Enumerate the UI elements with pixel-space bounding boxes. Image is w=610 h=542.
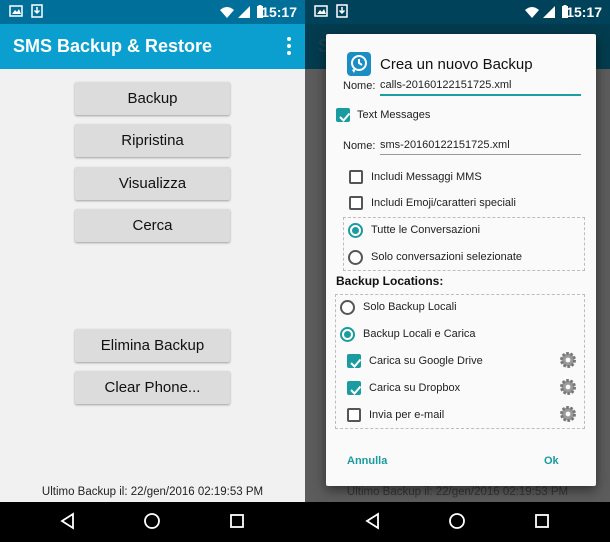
- local-only-radio[interactable]: [340, 300, 355, 315]
- email-label: Invia per e-mail: [369, 409, 445, 421]
- clock: 15:17: [261, 4, 297, 20]
- all-conversations-label: Tutte le Conversazioni: [371, 224, 481, 236]
- status-bar: 15:17: [0, 0, 305, 24]
- navigation-bar: [305, 502, 610, 542]
- signal-icon: [238, 6, 250, 18]
- dropbox-checkbox[interactable]: [347, 381, 362, 395]
- wifi-icon: [525, 7, 539, 18]
- backup-button[interactable]: Backup: [75, 82, 230, 115]
- sms-name-label: Nome:: [343, 140, 376, 152]
- include-mms-label: Includi Messaggi MMS: [371, 171, 482, 183]
- new-backup-dialog: Crea un nuovo Backup Nome: calls-2016012…: [326, 34, 596, 486]
- text-messages-label: Text Messages: [357, 109, 431, 121]
- calls-name-label: Nome:: [343, 80, 376, 92]
- checkmark-icon: [350, 385, 362, 395]
- recents-icon[interactable]: [533, 512, 551, 530]
- image-notification-icon: [314, 5, 328, 17]
- recents-icon[interactable]: [228, 512, 246, 530]
- home-icon[interactable]: [143, 512, 161, 530]
- cancel-button[interactable]: Annulla: [347, 455, 387, 467]
- backup-locations-heading: Backup Locations:: [336, 274, 444, 288]
- status-bar: 15:17: [305, 0, 610, 24]
- overflow-menu-icon[interactable]: [286, 36, 292, 56]
- back-icon[interactable]: [364, 512, 382, 530]
- view-button[interactable]: Visualizza: [75, 167, 230, 200]
- app-bar: SMS Backup & Restore: [0, 24, 305, 69]
- back-icon[interactable]: [59, 512, 77, 530]
- google-drive-checkbox[interactable]: [347, 354, 362, 368]
- selected-conversations-radio[interactable]: [348, 250, 363, 265]
- google-drive-settings-gear-icon[interactable]: [559, 351, 577, 369]
- include-emoji-checkbox[interactable]: [349, 196, 363, 210]
- dialog-title: Crea un nuovo Backup: [380, 56, 533, 73]
- google-drive-label: Carica su Google Drive: [369, 355, 483, 367]
- download-notification-icon: [336, 4, 348, 18]
- sms-filename-input[interactable]: sms-20160122151725.xml: [380, 139, 581, 155]
- local-and-upload-label: Backup Locali e Carica: [363, 328, 476, 340]
- email-settings-gear-icon[interactable]: [559, 405, 577, 423]
- app-title: SMS Backup & Restore: [13, 36, 213, 56]
- image-notification-icon: [9, 5, 23, 17]
- local-only-label: Solo Backup Locali: [363, 301, 457, 313]
- all-conversations-radio[interactable]: [348, 223, 363, 238]
- wifi-icon: [220, 7, 234, 18]
- last-backup-text: Ultimo Backup il: 22/gen/2016 02:19:53 P…: [41, 486, 264, 498]
- home-icon[interactable]: [448, 512, 466, 530]
- calls-filename-input[interactable]: calls-20160122151725.xml: [380, 79, 581, 96]
- navigation-bar: [0, 502, 305, 542]
- checkmark-icon: [339, 112, 351, 122]
- backup-app-icon: [347, 52, 371, 76]
- download-notification-icon: [31, 4, 43, 18]
- restore-button[interactable]: Ripristina: [75, 124, 230, 157]
- dropbox-settings-gear-icon[interactable]: [559, 378, 577, 396]
- email-checkbox[interactable]: [347, 408, 361, 422]
- signal-icon: [543, 6, 555, 18]
- include-emoji-label: Includi Emoji/caratteri speciali: [371, 197, 516, 209]
- selected-conversations-label: Solo conversazioni selezionate: [371, 251, 523, 263]
- backup-dialog-screen: 15:17 SMS Backup & Restore Ultimo Backup…: [305, 0, 610, 542]
- dropbox-label: Carica su Dropbox: [369, 382, 461, 394]
- checkmark-icon: [350, 358, 362, 368]
- main-screen: 15:17 SMS Backup & Restore Backup Ripris…: [0, 0, 305, 542]
- search-button[interactable]: Cerca: [75, 209, 230, 242]
- text-messages-checkbox[interactable]: [336, 108, 351, 122]
- local-and-upload-radio[interactable]: [340, 327, 355, 342]
- include-mms-checkbox[interactable]: [349, 170, 363, 184]
- ok-button[interactable]: Ok: [544, 455, 559, 467]
- delete-backup-button[interactable]: Elimina Backup: [75, 329, 230, 362]
- clear-phone-button[interactable]: Clear Phone...: [75, 371, 230, 404]
- clock: 15:17: [566, 4, 602, 20]
